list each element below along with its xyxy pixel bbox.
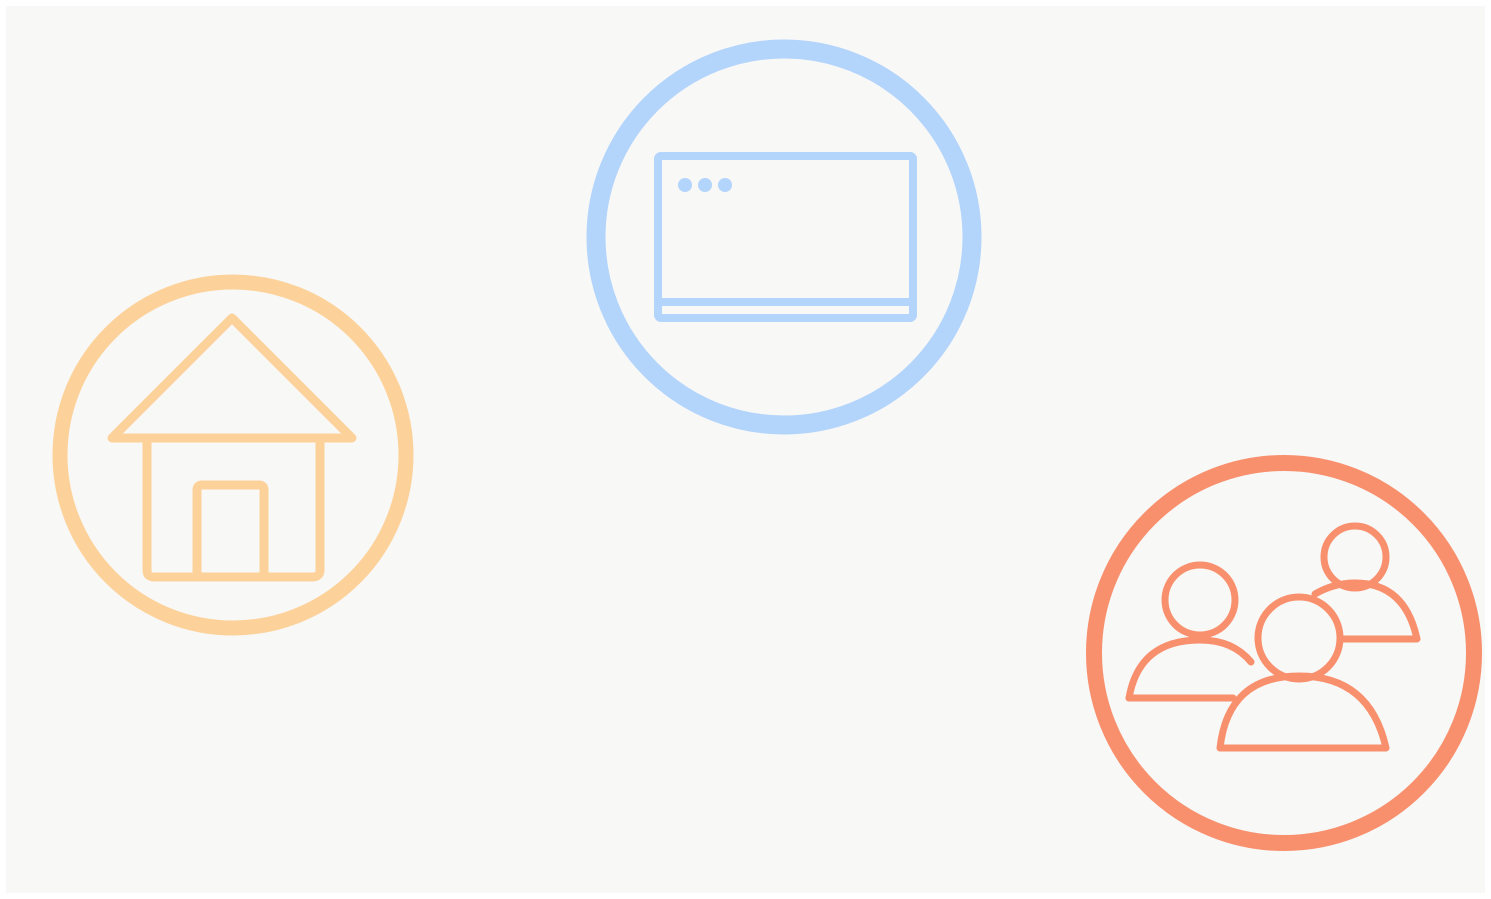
canvas <box>6 6 1485 893</box>
people-badge <box>1083 452 1485 854</box>
people-group-icon <box>1086 455 1482 851</box>
browser-window-icon <box>586 39 982 435</box>
house-icon <box>52 274 414 636</box>
window-badge <box>585 38 983 436</box>
home-badge <box>50 272 416 638</box>
